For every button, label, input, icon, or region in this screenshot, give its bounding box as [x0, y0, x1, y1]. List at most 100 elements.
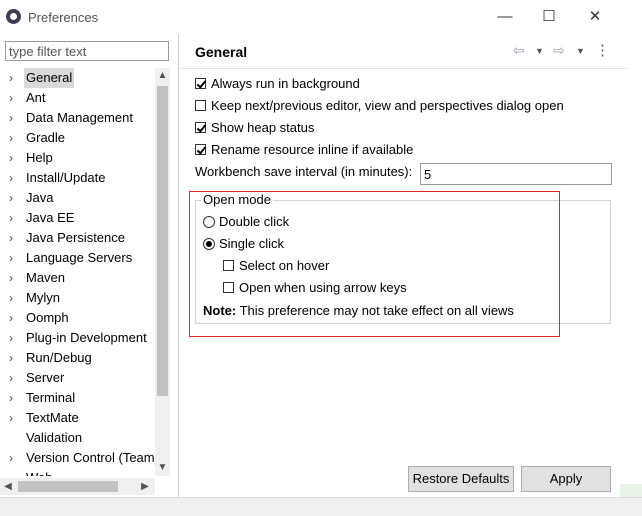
tree-item-textmate[interactable]: › TextMate: [0, 408, 155, 428]
note-text: This preference may not take effect on a…: [236, 303, 514, 318]
note-label: Note:: [203, 303, 237, 318]
chevron-right-icon[interactable]: ›: [9, 88, 19, 108]
tree-item-label: Version Control (Team): [26, 450, 155, 465]
scroll-right-icon[interactable]: ▶: [137, 478, 153, 495]
chevron-right-icon[interactable]: ›: [9, 148, 19, 168]
chevron-right-icon[interactable]: ›: [9, 268, 19, 288]
tree-item-label: Java Persistence: [26, 230, 125, 245]
forward-arrow-icon[interactable]: ⇨: [553, 42, 565, 59]
radio-double-click[interactable]: [203, 216, 215, 228]
scroll-down-icon[interactable]: ▼: [155, 460, 170, 476]
tree-item-label: Java: [26, 190, 54, 205]
chevron-right-icon[interactable]: ›: [9, 208, 19, 228]
page-header: General ⇦ ▼ ⇨ ▼ ⋮: [181, 34, 627, 69]
tree-item-java-ee[interactable]: › Java EE: [0, 208, 155, 228]
dropdown-icon[interactable]: ▼: [535, 46, 544, 56]
chevron-right-icon[interactable]: ›: [9, 348, 19, 368]
preference-tree: › General › Ant › Data Management › Gradle ›…: [0, 68, 155, 476]
preferences-sidebar: ›General › Ant ›Data Management ›Gradle ›…: [0, 34, 179, 497]
tree-item-install-update[interactable]: › Install/Update: [0, 168, 155, 188]
tree-item-label: Install/Update: [26, 170, 106, 185]
maximize-button[interactable]: ☐: [526, 0, 572, 34]
tree-vertical-scrollbar[interactable]: ▲ ▼: [155, 68, 170, 476]
filter-input[interactable]: [5, 41, 169, 61]
bottom-bar: [0, 497, 642, 516]
tree-item-run-debug[interactable]: › Run/Debug: [0, 348, 155, 368]
tree-item-label: Language Servers: [26, 250, 133, 265]
preference-page: General ⇦ ▼ ⇨ ▼ ⋮ Always run in backgrou…: [181, 34, 642, 497]
chevron-right-icon[interactable]: ›: [9, 108, 19, 128]
checkbox-label: Always run in background: [211, 76, 360, 91]
checkbox-label: Rename resource inline if available: [211, 142, 414, 157]
scroll-left-icon[interactable]: ◀: [0, 478, 16, 495]
tree-item-maven[interactable]: › Maven: [0, 268, 155, 288]
tree-item-general[interactable]: › General: [0, 68, 155, 88]
tree-item-label: Ant: [26, 90, 46, 105]
save-interval-input[interactable]: [420, 163, 612, 185]
back-arrow-icon[interactable]: ⇦: [513, 42, 525, 59]
chevron-right-icon[interactable]: ›: [9, 228, 19, 248]
minimize-button[interactable]: —: [482, 0, 528, 34]
checkbox-icon[interactable]: [223, 282, 234, 293]
checkbox-label: Keep next/previous editor, view and pers…: [211, 98, 564, 113]
close-button[interactable]: ✕: [572, 0, 618, 34]
scrollbar-thumb[interactable]: [157, 86, 168, 396]
chevron-right-icon[interactable]: ›: [9, 248, 19, 268]
open-mode-title: Open mode: [201, 192, 273, 207]
restore-defaults-button[interactable]: Restore Defaults: [408, 466, 514, 492]
checkbox-icon[interactable]: [195, 100, 206, 111]
tree-item-data-management[interactable]: › Data Management: [0, 108, 155, 128]
chevron-right-icon[interactable]: ›: [9, 368, 19, 388]
chevron-right-icon[interactable]: ›: [9, 408, 19, 428]
tree-item-terminal[interactable]: › Terminal: [0, 388, 155, 408]
chevron-right-icon[interactable]: ›: [9, 468, 19, 476]
page-title: General: [195, 44, 248, 60]
tree-item-label: Java EE: [26, 210, 75, 225]
chevron-right-icon[interactable]: ›: [9, 168, 19, 188]
tree-item-label: Web: [24, 468, 55, 476]
chevron-right-icon[interactable]: ›: [9, 448, 19, 468]
chevron-right-icon[interactable]: ›: [9, 328, 19, 348]
tree-item-label: Run/Debug: [26, 350, 92, 365]
tree-item-label: Terminal: [26, 390, 76, 405]
tree-item-java[interactable]: › Java: [0, 188, 155, 208]
tree-item-label: Help: [26, 150, 53, 165]
tree-item-web[interactable]: › Web: [0, 468, 155, 476]
checkbox-icon[interactable]: [195, 122, 206, 133]
tree-item-ant[interactable]: › Ant: [0, 88, 155, 108]
tree-item-version-control[interactable]: › Version Control (Team): [0, 448, 155, 468]
tree-item-label: TextMate: [26, 410, 79, 425]
scrollbar-thumb[interactable]: [18, 481, 118, 492]
checkbox-icon[interactable]: [195, 144, 206, 155]
chevron-right-icon[interactable]: ›: [9, 128, 19, 148]
chevron-right-icon[interactable]: ›: [9, 388, 19, 408]
open-mode-note: Note: This preference may not take effec…: [203, 303, 514, 318]
save-interval-label: Workbench save interval (in minutes):: [195, 164, 413, 179]
checkbox-icon[interactable]: [195, 78, 206, 89]
tree-item-label: Oomph: [26, 310, 69, 325]
checkbox-label: Select on hover: [239, 258, 330, 273]
scroll-up-icon[interactable]: ▲: [155, 68, 170, 84]
chevron-right-icon[interactable]: ›: [9, 288, 19, 308]
tree-item-gradle[interactable]: › Gradle: [0, 128, 155, 148]
tree-item-java-persistence[interactable]: › Java Persistence: [0, 228, 155, 248]
checkbox-icon[interactable]: [223, 260, 234, 271]
tree-item-language-servers[interactable]: › Language Servers: [0, 248, 155, 268]
dropdown-icon[interactable]: ▼: [576, 46, 585, 56]
tree-item-help[interactable]: › Help: [0, 148, 155, 168]
tree-item-mylyn[interactable]: › Mylyn: [0, 288, 155, 308]
chevron-right-icon[interactable]: ›: [9, 188, 19, 208]
chevron-right-icon[interactable]: ›: [9, 308, 19, 328]
tree-item-oomph[interactable]: › Oomph: [0, 308, 155, 328]
apply-button[interactable]: Apply: [521, 466, 611, 492]
more-vertical-icon[interactable]: ⋮: [595, 41, 610, 59]
tree-horizontal-scrollbar[interactable]: ◀ ▶: [0, 478, 155, 495]
tree-item-server[interactable]: › Server: [0, 368, 155, 388]
checkbox-label: Open when using arrow keys: [239, 280, 407, 295]
chevron-right-icon[interactable]: ›: [9, 68, 19, 88]
tree-item-plugin-development[interactable]: › Plug-in Development: [0, 328, 155, 348]
tree-item-label: Server: [26, 370, 65, 385]
tree-item-validation[interactable]: Validation: [0, 428, 155, 448]
title-bar: Preferences — ☐ ✕: [0, 0, 642, 34]
radio-single-click[interactable]: [203, 238, 215, 250]
